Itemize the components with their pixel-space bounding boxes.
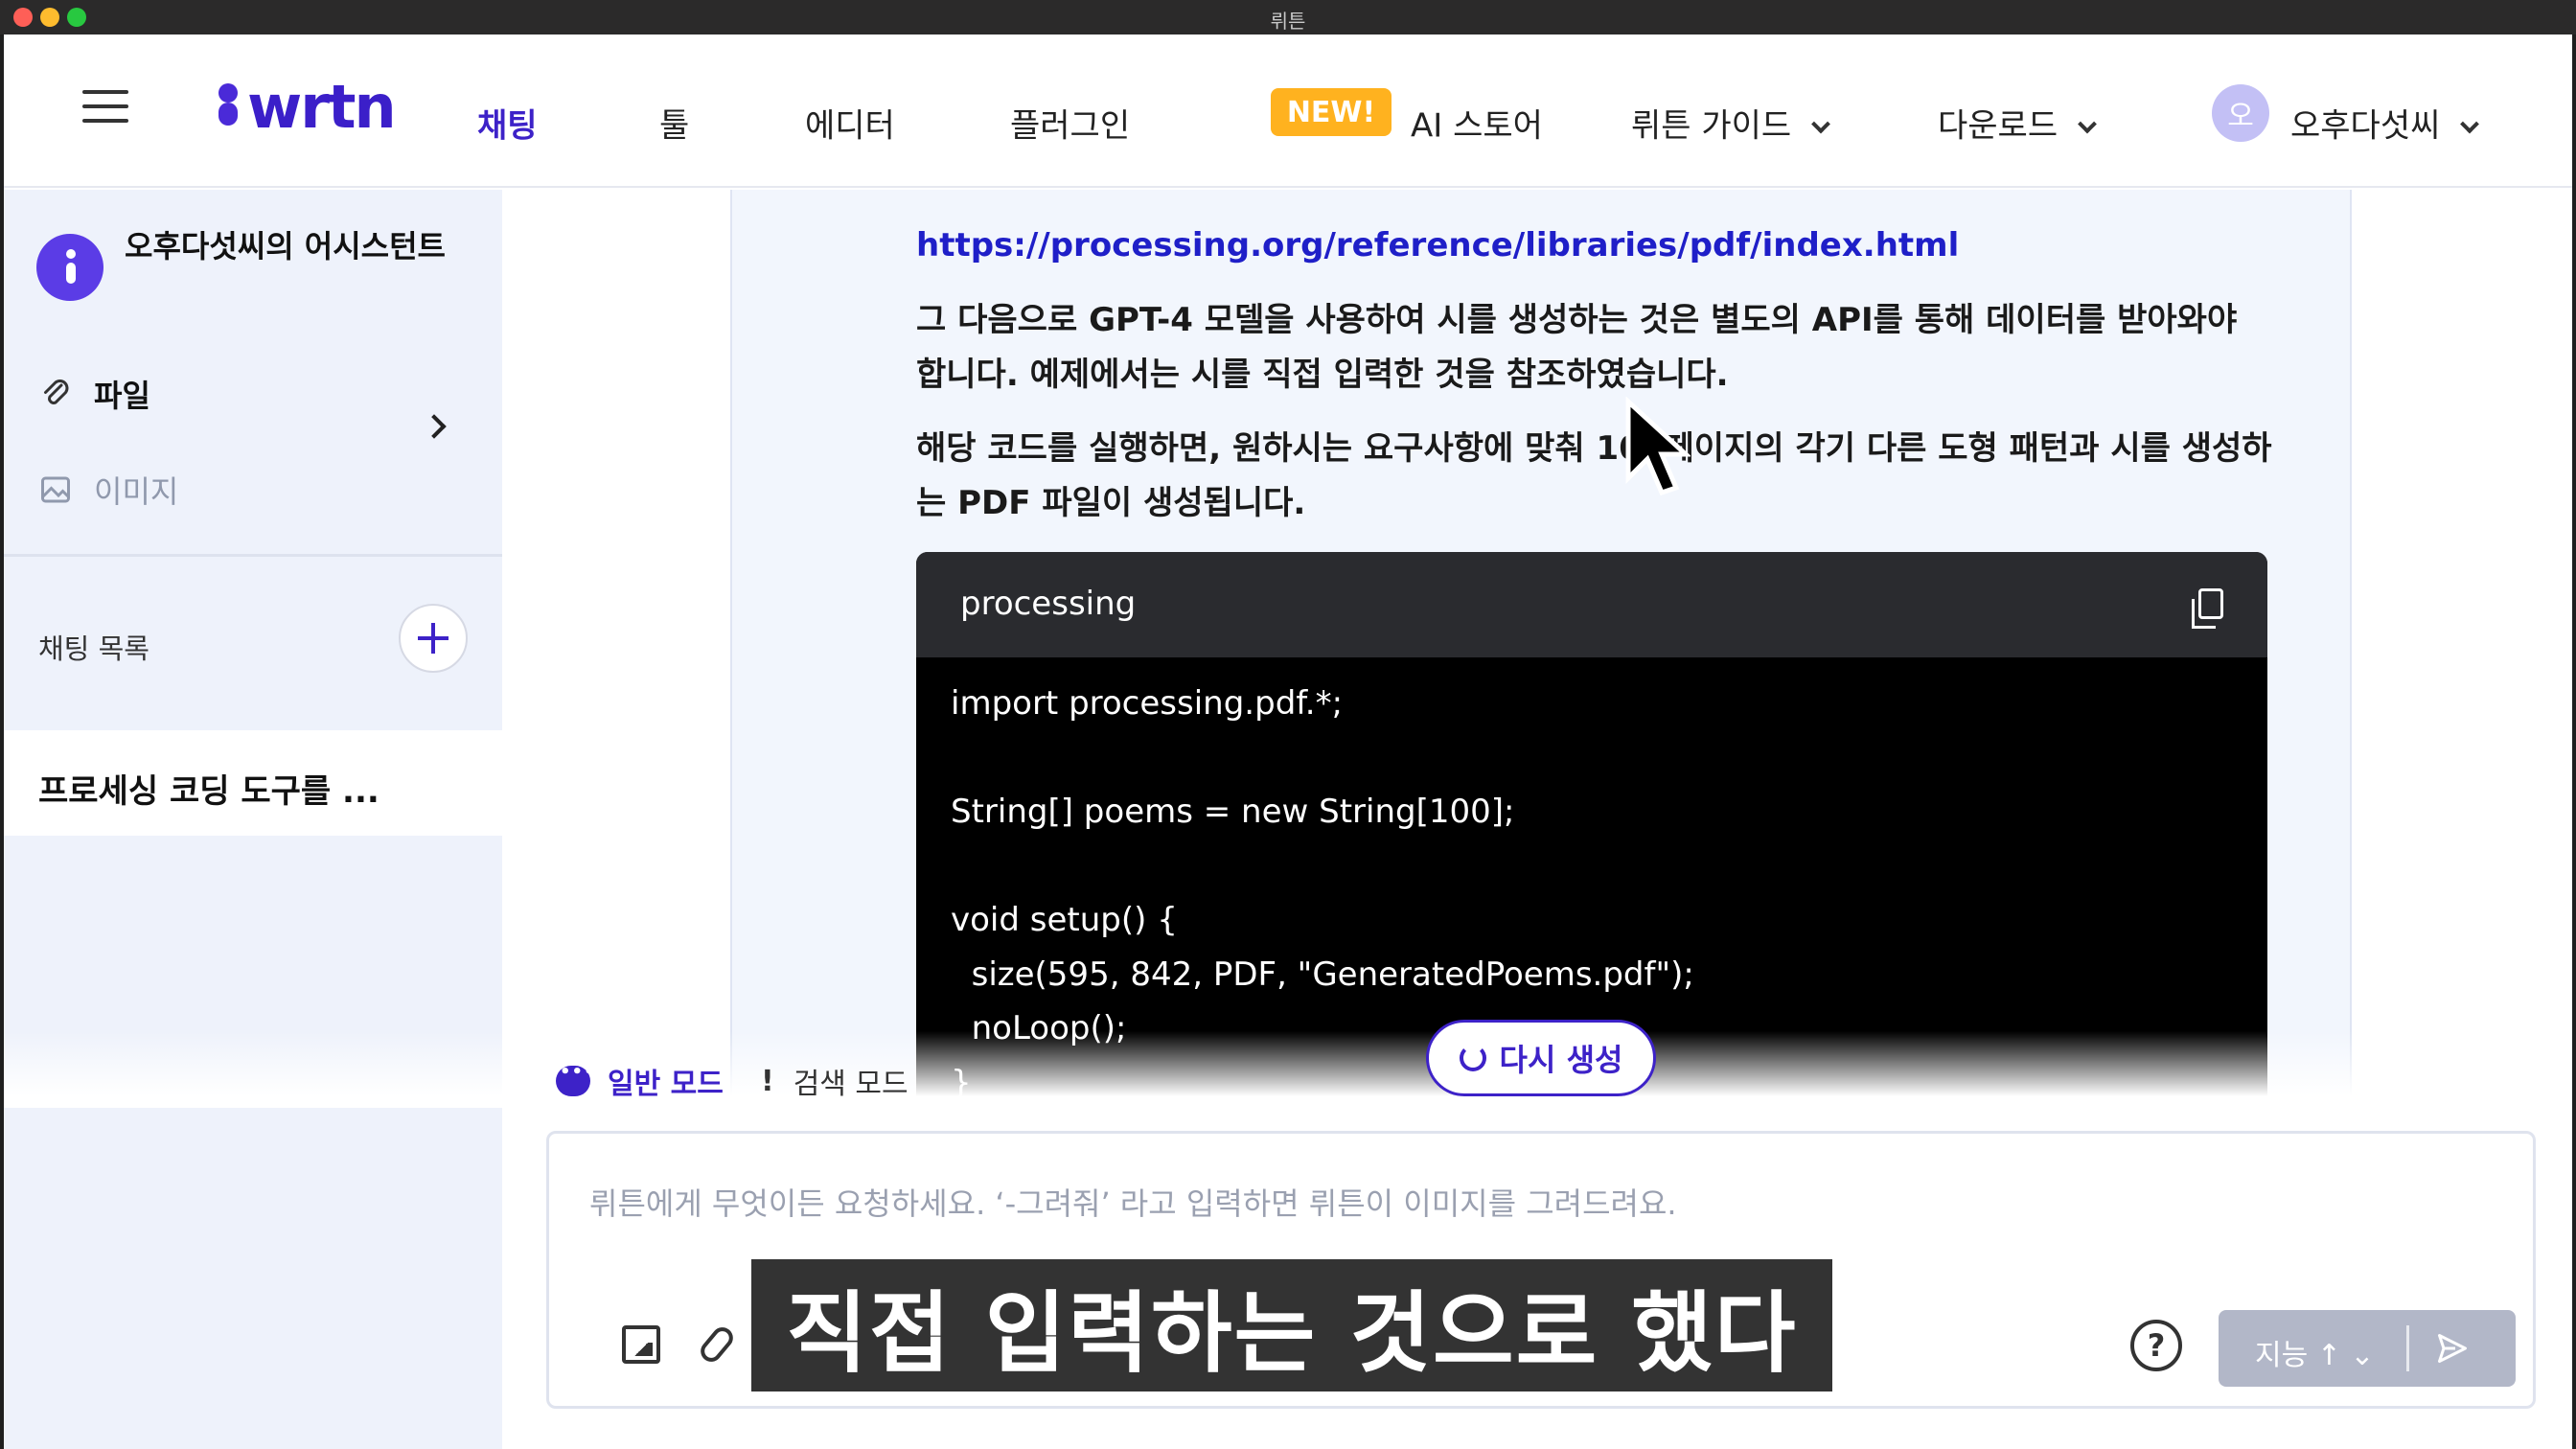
chevron-right-icon[interactable] xyxy=(422,414,447,439)
logo-text: wrtn xyxy=(247,71,397,142)
code-language: processing xyxy=(960,585,1137,623)
exclamation-icon: ! xyxy=(761,1064,774,1098)
search-mode-label: 검색 모드 xyxy=(793,1068,908,1101)
code-line: size(595, 842, PDF, "GeneratedPoems.pdf"… xyxy=(951,954,1694,994)
nav-ai-store[interactable]: AI 스토어 xyxy=(1411,100,1543,147)
chevron-down-icon xyxy=(2460,114,2480,134)
code-line: import processing.pdf.*; xyxy=(951,684,1344,723)
top-header: wrtn 채팅 툴 에디터 플러그인 NEW! AI 스토어 뤼튼 가이드 다운… xyxy=(4,34,2572,188)
sidebar-divider xyxy=(4,554,502,557)
scroll-fade xyxy=(4,1031,2572,1108)
video-subtitle: 직접 입력하는 것으로 했다 xyxy=(751,1259,1832,1392)
chat-bubble-icon xyxy=(556,1062,596,1096)
sidebar-item-image[interactable]: 이미지 xyxy=(38,468,178,512)
mouse-cursor-icon xyxy=(1625,397,1690,496)
image-upload-icon[interactable] xyxy=(622,1325,660,1364)
window-title: 뤼튼 xyxy=(1270,10,1306,33)
normal-mode-label: 일반 모드 xyxy=(608,1068,724,1101)
search-mode-toggle[interactable]: ! 검색 모드 xyxy=(761,1060,908,1102)
assistant-avatar xyxy=(36,234,104,301)
chat-list-title: 채팅 목록 xyxy=(38,632,150,665)
new-chat-button[interactable] xyxy=(399,604,468,673)
copy-icon[interactable] xyxy=(2192,588,2223,629)
regenerate-button[interactable]: 다시 생성 xyxy=(1426,1020,1656,1096)
menu-icon[interactable] xyxy=(82,90,128,123)
chevron-down-icon xyxy=(2078,114,2098,134)
regenerate-label: 다시 생성 xyxy=(1499,1042,1623,1078)
sidebar-item-file[interactable]: 파일 xyxy=(38,372,150,416)
message-paragraph: 해당 코드를 실행하면, 원하시는 요구사항에 맞춰 100페이지의 각기 다른… xyxy=(916,429,2272,522)
code-line: String[] poems = new String[100]; xyxy=(951,793,1515,831)
chevron-down-icon xyxy=(1811,114,1831,134)
wrtn-logo[interactable]: wrtn xyxy=(217,71,397,142)
normal-mode-toggle[interactable]: 일반 모드 xyxy=(556,1060,724,1102)
sidebar: 오후다섯씨의 어시스턴트 파일 이미지 채팅 목록 프로세싱 코딩 도구를 ..… xyxy=(4,190,502,1449)
paperclip-icon xyxy=(44,380,69,404)
nav-tools[interactable]: 툴 xyxy=(659,100,689,147)
message-paragraph: 그 다음으로 GPT-4 모델을 사용하여 시를 생성하는 것은 별도의 API… xyxy=(916,301,2238,394)
app-window: wrtn 채팅 툴 에디터 플러그인 NEW! AI 스토어 뤼튼 가이드 다운… xyxy=(4,34,2572,1449)
code-block-header: processing xyxy=(916,552,2267,657)
send-separator xyxy=(2406,1325,2409,1371)
intelligence-selector[interactable]: 지능 ↑ ⌄ xyxy=(2255,1331,2375,1373)
code-line: void setup() { xyxy=(951,901,1178,939)
assistant-name: 오후다섯씨의 어시스턴트 xyxy=(125,228,446,264)
new-badge: NEW! xyxy=(1271,88,1392,136)
nav-download-label: 다운로드 xyxy=(1938,106,2058,146)
nav-guide-label: 뤼튼 가이드 xyxy=(1631,106,1792,146)
sidebar-item-label: 파일 xyxy=(94,378,150,414)
intelligence-label: 지능 xyxy=(2255,1339,2309,1372)
prompt-placeholder: 뤼튼에게 무엇이든 요청하세요. ‘-그려줘’ 라고 입력하면 뤼튼이 이미지를… xyxy=(589,1185,1677,1222)
help-icon[interactable]: ? xyxy=(2130,1320,2182,1371)
nav-plugins[interactable]: 플러그인 xyxy=(1010,100,1130,147)
nav-download[interactable]: 다운로드 xyxy=(1938,100,2098,147)
reference-link[interactable]: https://processing.org/reference/librari… xyxy=(916,226,1959,264)
user-name: 오후다섯씨 xyxy=(2290,106,2441,146)
attach-file-icon[interactable] xyxy=(696,1322,738,1367)
chat-list-item-title: 프로세싱 코딩 도구를 ... xyxy=(38,772,380,811)
refresh-icon xyxy=(1459,1045,1486,1071)
window-titlebar: 뤼튼 xyxy=(0,0,2576,34)
nav-editor[interactable]: 에디터 xyxy=(805,100,895,147)
user-menu[interactable]: 오후다섯씨 xyxy=(2290,100,2480,147)
image-icon xyxy=(41,476,70,503)
chat-list-item[interactable]: 프로세싱 코딩 도구를 ... xyxy=(4,730,502,836)
send-icon[interactable] xyxy=(2433,1331,2472,1366)
sidebar-item-label: 이미지 xyxy=(94,473,179,510)
user-avatar[interactable]: 오 xyxy=(2212,84,2269,142)
nav-chat[interactable]: 채팅 xyxy=(477,100,538,147)
logo-mark-icon xyxy=(217,80,240,133)
send-controls: 지능 ↑ ⌄ xyxy=(2219,1310,2516,1387)
nav-guide[interactable]: 뤼튼 가이드 xyxy=(1631,100,1831,147)
